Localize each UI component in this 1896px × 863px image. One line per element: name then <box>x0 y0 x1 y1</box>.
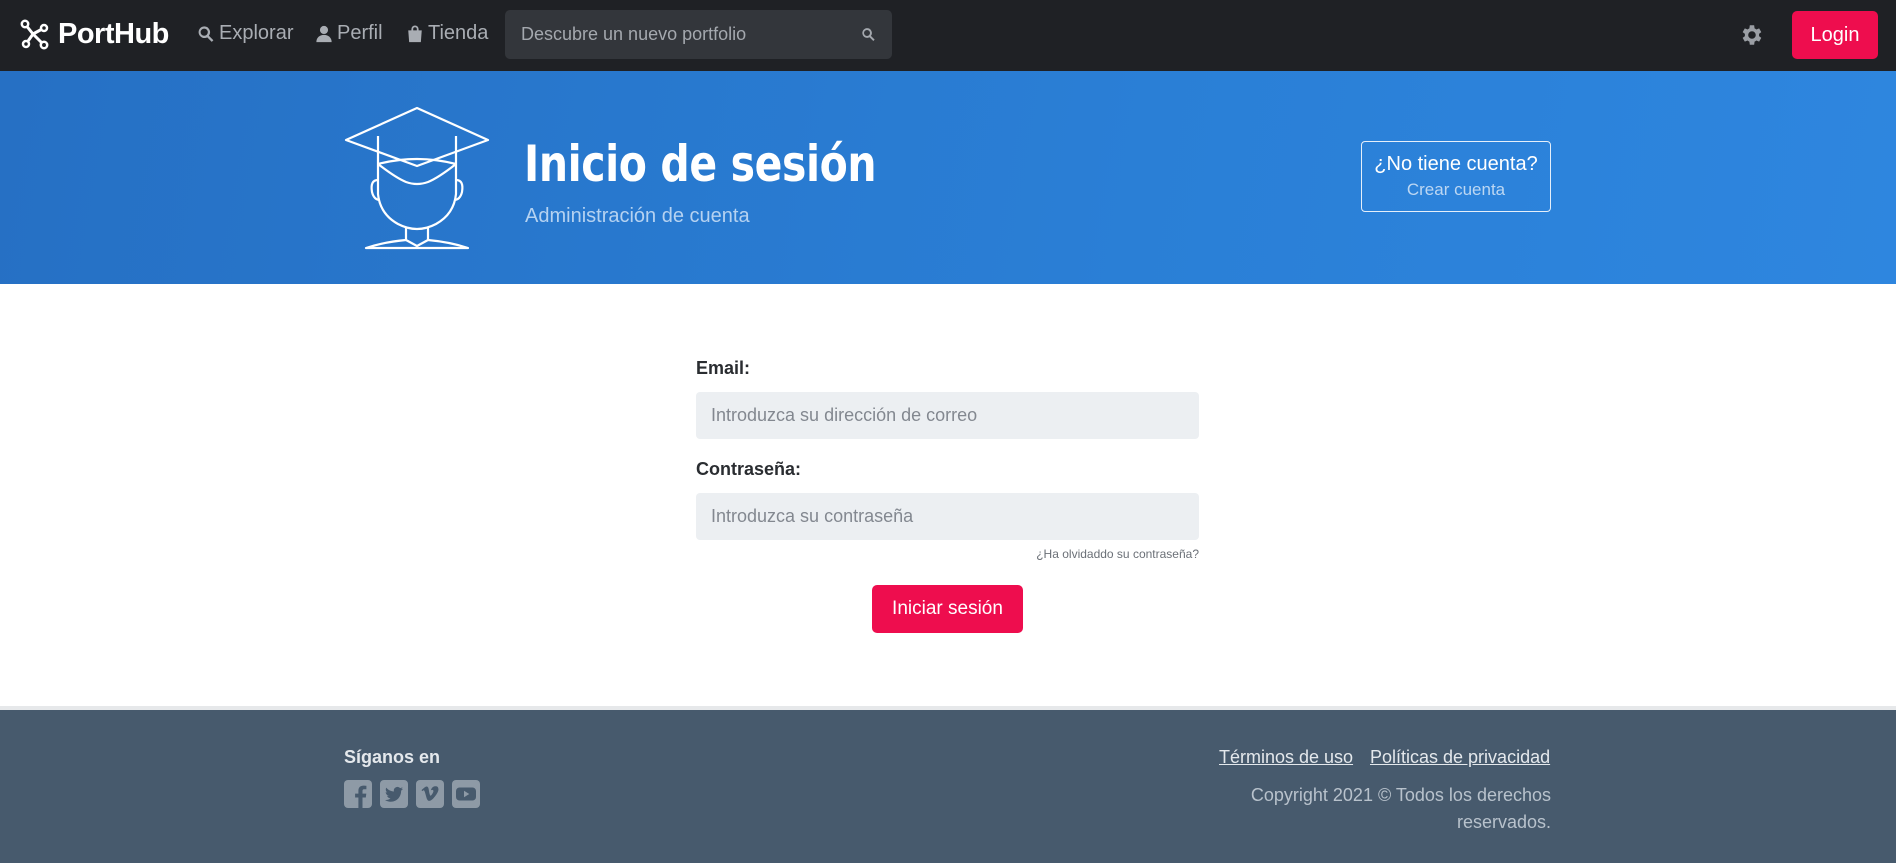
brand-name: PortHub <box>58 17 169 50</box>
search-icon[interactable] <box>861 27 876 42</box>
page-title: Inicio de sesión <box>524 135 877 193</box>
nav-link-label: Perfil <box>337 22 383 44</box>
password-label: Contraseña: <box>696 459 802 479</box>
search-input[interactable] <box>521 24 861 45</box>
login-button[interactable]: Login <box>1792 11 1878 59</box>
password-field[interactable] <box>696 493 1199 540</box>
nav-link-explorar[interactable]: Explorar <box>197 22 293 45</box>
footer: Síganos en Términos de uso Políticas de … <box>0 710 1896 863</box>
no-account-question: ¿No tiene cuenta? <box>1374 153 1538 175</box>
create-account-button[interactable]: ¿No tiene cuenta? Crear cuenta <box>1361 141 1551 212</box>
follow-us-label: Síganos en <box>344 747 441 767</box>
privacy-policy-link[interactable]: Políticas de privacidad <box>1370 747 1550 768</box>
search-icon <box>198 25 214 42</box>
nav-link-tienda[interactable]: Tienda <box>406 22 488 45</box>
facebook-icon[interactable] <box>344 780 372 808</box>
email-label: Email: <box>696 358 751 378</box>
search-bar <box>505 10 892 59</box>
sign-in-button[interactable]: Iniciar sesión <box>872 585 1023 633</box>
page-subtitle: Administración de cuenta <box>525 205 750 227</box>
page-header-banner: Inicio de sesión Administración de cuent… <box>0 71 1896 284</box>
create-account-label: Crear cuenta <box>1406 180 1506 199</box>
twitter-icon[interactable] <box>380 780 408 808</box>
nav-link-perfil[interactable]: Perfil <box>315 22 383 45</box>
forgot-password-link[interactable]: ¿Ha olvidaddo su contraseña? <box>960 547 1199 561</box>
top-navbar: PortHub Explorar Perfil Tienda Login <box>0 0 1896 71</box>
youtube-icon[interactable] <box>452 780 480 808</box>
shopping-bag-icon <box>408 24 422 42</box>
terms-of-use-link[interactable]: Términos de uso <box>1219 747 1353 768</box>
nav-link-label: Tienda <box>428 22 489 44</box>
porthub-logo-icon <box>20 19 49 50</box>
gear-icon[interactable] <box>1738 22 1764 48</box>
user-icon <box>316 25 332 42</box>
copyright-text: Copyright 2021 © Todos los derechos rese… <box>1250 785 1551 832</box>
nav-link-label: Explorar <box>219 22 294 44</box>
brand-logo[interactable]: PortHub <box>20 16 169 52</box>
graduate-avatar-icon <box>344 106 490 250</box>
email-field[interactable] <box>696 392 1199 439</box>
social-links <box>344 780 488 808</box>
vimeo-icon[interactable] <box>416 780 444 808</box>
